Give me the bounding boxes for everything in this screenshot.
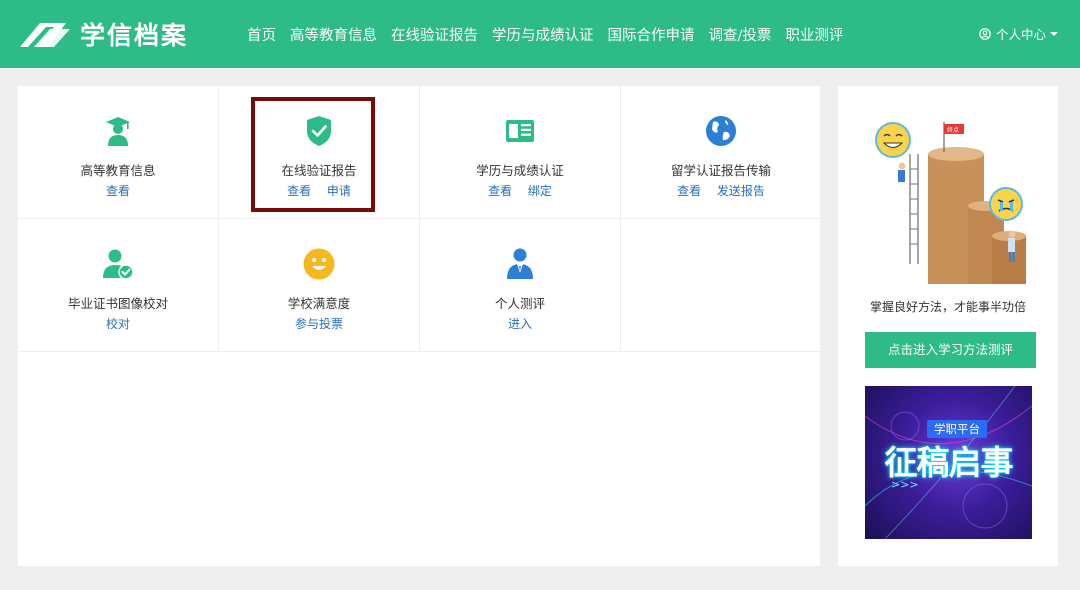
- service-label: 学校满意度: [287, 296, 351, 311]
- service-links: 查看 发送报告: [621, 182, 821, 199]
- user-check-icon: [103, 249, 134, 280]
- learning-method-test-button[interactable]: 点击进入学习方法测评: [865, 332, 1036, 368]
- services-panel: 高等教育信息 查看 在线验证报告 查看 申请 学历与成绩认证 查看 绑定 留学认…: [18, 86, 822, 566]
- chevron-down-icon: [1050, 31, 1058, 36]
- sidebar-tagline: 掌握良好方法，才能事半功倍: [869, 300, 1026, 314]
- banner-arrows: >>>: [891, 478, 919, 491]
- graduate-icon: [106, 117, 130, 146]
- service-label: 毕业证书图像校对: [67, 296, 168, 311]
- service-links: 查看 绑定: [420, 182, 620, 199]
- proofread-link[interactable]: 校对: [106, 317, 130, 331]
- smiley-icon: [303, 248, 335, 280]
- send-report-link[interactable]: 发送报告: [717, 184, 765, 198]
- top-navbar: 学信档案 首页 高等教育信息 在线验证报告 学历与成绩认证 国际合作申请 调查/…: [0, 0, 1080, 68]
- service-label: 高等教育信息: [80, 163, 156, 178]
- service-study-abroad-report: 留学认证报告传输 查看 发送报告: [621, 86, 822, 219]
- vote-link[interactable]: 参与投票: [295, 317, 343, 331]
- service-certificate-proofing: 毕业证书图像校对 校对: [18, 219, 219, 352]
- sidebar-panel: 终点 掌握良好方法，才能事半功倍 点击进入学习方法测评 学职平台 征稿启事 >>…: [838, 86, 1058, 566]
- logo[interactable]: 学信档案: [18, 16, 188, 52]
- main-nav: 首页 高等教育信息 在线验证报告 学历与成绩认证 国际合作申请 调查/投票 职业…: [240, 0, 850, 68]
- user-center-menu[interactable]: 个人中心: [979, 24, 1058, 43]
- view-link[interactable]: 查看: [488, 184, 512, 198]
- service-label: 留学认证报告传输: [670, 163, 771, 178]
- service-links: 校对: [18, 315, 218, 332]
- view-link[interactable]: 查看: [677, 184, 701, 198]
- logo-text: 学信档案: [80, 21, 189, 50]
- nav-home[interactable]: 首页: [247, 24, 276, 45]
- user-circle-icon: [979, 27, 991, 40]
- call-for-papers-banner[interactable]: 学职平台 征稿启事 >>>: [865, 386, 1032, 539]
- service-label: 学历与成绩认证: [476, 163, 564, 178]
- nav-international[interactable]: 国际合作申请: [608, 24, 695, 45]
- nav-degree-certification[interactable]: 学历与成绩认证: [492, 24, 594, 45]
- enter-link[interactable]: 进入: [508, 317, 532, 331]
- person-suit-icon: [507, 248, 533, 279]
- service-label: 个人测评: [494, 296, 545, 311]
- document-icon: [506, 120, 534, 142]
- empty-cell: [621, 219, 822, 352]
- service-school-satisfaction: 学校满意度 参与投票: [219, 219, 420, 352]
- globe-icon: [706, 116, 736, 146]
- service-links: 参与投票: [219, 315, 419, 332]
- nav-career-test[interactable]: 职业测评: [785, 24, 843, 45]
- nav-higher-education[interactable]: 高等教育信息: [290, 24, 377, 45]
- nav-online-verification[interactable]: 在线验证报告: [391, 24, 478, 45]
- logo-book-icon: [20, 23, 70, 47]
- service-links: 进入: [420, 315, 620, 332]
- view-link[interactable]: 查看: [106, 184, 130, 198]
- climbing-stumps-illustration: 终点: [875, 122, 1026, 284]
- nav-survey[interactable]: 调查/投票: [709, 24, 772, 45]
- bind-link[interactable]: 绑定: [528, 184, 552, 198]
- service-higher-education: 高等教育信息 查看: [18, 86, 219, 219]
- user-center-label: 个人中心: [995, 27, 1046, 42]
- service-degree-certification: 学历与成绩认证 查看 绑定: [420, 86, 621, 219]
- service-links: 查看: [18, 182, 218, 199]
- highlight-box: [251, 97, 375, 212]
- banner-title: 征稿启事: [884, 443, 1014, 482]
- service-personal-assessment: 个人测评 进入: [420, 219, 621, 352]
- finish-flag-text: 终点: [947, 126, 959, 134]
